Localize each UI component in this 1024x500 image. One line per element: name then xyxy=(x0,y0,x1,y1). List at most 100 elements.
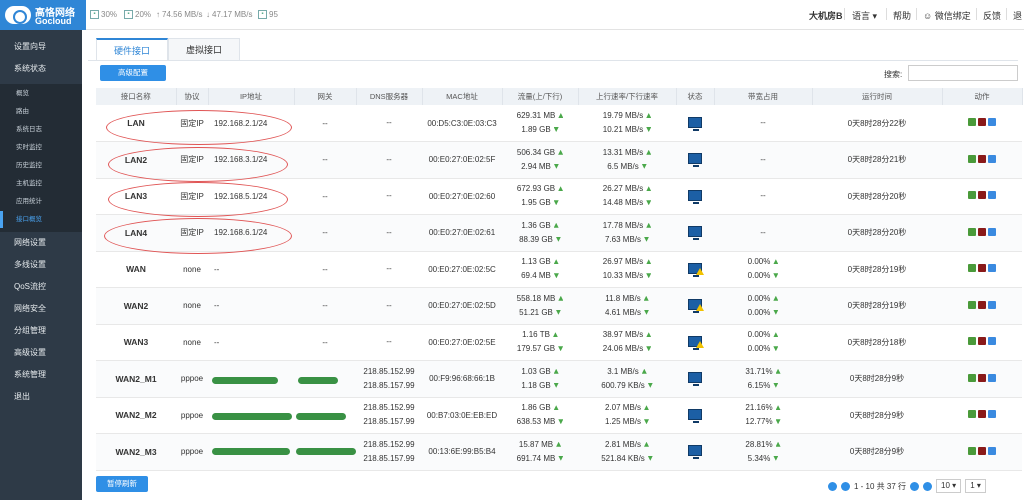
refresh-icon[interactable] xyxy=(968,337,976,346)
column-header[interactable]: IP地址 xyxy=(208,88,295,105)
logout-link[interactable]: 退 xyxy=(1013,9,1022,22)
rate: 2.81 MB/s 521.84 KB/s xyxy=(578,433,676,471)
disconnect-icon[interactable] xyxy=(978,446,986,455)
sidebar-subitem-system-log[interactable]: 系统日志 xyxy=(0,121,82,138)
search-input[interactable] xyxy=(908,65,1018,81)
sidebar-subitem-interface-overview[interactable]: 接口概览 xyxy=(0,211,82,228)
logo: 高恪网络 Gocloud xyxy=(0,0,86,30)
disconnect-icon[interactable] xyxy=(978,264,986,273)
column-header[interactable]: DNS服务器 xyxy=(356,88,423,105)
action-group xyxy=(968,227,996,236)
refresh-icon[interactable] xyxy=(968,154,976,163)
sidebar-item-system-status[interactable]: 系统状态 xyxy=(0,58,82,80)
disconnect-icon[interactable] xyxy=(978,373,986,382)
rate-text: 1.25 MB/s xyxy=(604,417,641,427)
disconnect-icon[interactable] xyxy=(978,337,986,346)
sidebar-subitem-host-monitor[interactable]: 主机监控 xyxy=(0,175,82,192)
sidebar-item-network[interactable]: 网络设置 xyxy=(0,232,82,254)
dns-servers: -- xyxy=(356,214,422,252)
feedback-link[interactable]: 反馈 xyxy=(983,9,1001,22)
connections-icon: ▪ xyxy=(258,10,267,19)
disconnect-icon[interactable] xyxy=(978,300,986,309)
column-header[interactable]: MAC地址 xyxy=(422,88,503,105)
disconnect-icon[interactable] xyxy=(978,118,986,126)
refresh-icon[interactable] xyxy=(968,118,976,126)
sidebar-subitem-history-monitor[interactable]: 历史监控 xyxy=(0,157,82,174)
redaction-mark xyxy=(296,448,356,455)
edit-icon[interactable] xyxy=(988,300,996,309)
language-menu[interactable]: 语言 ▾ xyxy=(852,9,877,22)
column-header[interactable]: 运行时间 xyxy=(812,88,943,105)
tab-virtual-interface[interactable]: 虚拟接口 xyxy=(168,38,240,60)
refresh-icon[interactable] xyxy=(968,410,976,419)
refresh-icon[interactable] xyxy=(968,300,976,309)
pause-refresh-button[interactable]: 暂停刷新 xyxy=(96,476,148,492)
refresh-icon[interactable] xyxy=(968,227,976,236)
sidebar-item-setup-wizard[interactable]: 设置向导 xyxy=(0,36,82,58)
rate-value: 6.5 MB/s xyxy=(578,160,676,174)
sidebar-item-security[interactable]: 网络安全 xyxy=(0,298,82,320)
page-number-select[interactable]: 1 ▾ xyxy=(965,479,986,493)
first-page-icon[interactable] xyxy=(828,481,837,491)
rate-value: 10.21 MB/s xyxy=(578,123,676,137)
advanced-config-button[interactable]: 高级配置 xyxy=(100,65,166,81)
last-page-icon[interactable] xyxy=(923,481,933,491)
redaction-mark xyxy=(212,448,290,455)
help-link[interactable]: 帮助 xyxy=(893,9,911,22)
dns-server: -- xyxy=(386,300,392,310)
column-header[interactable]: 上行速率/下行速率 xyxy=(578,88,677,105)
disconnect-icon[interactable] xyxy=(978,154,986,163)
column-header[interactable]: 网关 xyxy=(294,88,357,105)
device-name[interactable]: 大机房B xyxy=(809,9,843,22)
rate: 19.79 MB/s 10.21 MB/s xyxy=(578,105,676,142)
up-arrow-icon xyxy=(643,295,649,301)
sidebar-item-groups[interactable]: 分组管理 xyxy=(0,320,82,342)
sidebar-item-multiline[interactable]: 多线设置 xyxy=(0,254,82,276)
page-size-select[interactable]: 10 ▾ xyxy=(936,479,962,493)
rate-value: 11.8 MB/s xyxy=(578,292,676,306)
disconnect-icon[interactable] xyxy=(978,227,986,236)
tab-hardware-interface[interactable]: 硬件接口 xyxy=(96,38,168,61)
sidebar-subitem-overview[interactable]: 概览 xyxy=(0,85,82,102)
column-header[interactable]: 带宽占用 xyxy=(714,88,813,105)
rate-value: 10.33 MB/s xyxy=(578,269,676,283)
edit-icon[interactable] xyxy=(988,410,996,419)
next-page-icon[interactable] xyxy=(910,481,920,491)
sidebar-item-system-admin[interactable]: 系统管理 xyxy=(0,364,82,386)
action-group xyxy=(968,154,996,163)
column-header[interactable]: 接口名称 xyxy=(96,88,177,105)
sidebar-subitem-app-stats[interactable]: 应用统计 xyxy=(0,193,82,210)
sidebar-item-exit[interactable]: 退出 xyxy=(0,386,82,408)
column-header[interactable]: 流量(上/下行) xyxy=(502,88,579,105)
edit-icon[interactable] xyxy=(988,191,996,200)
refresh-icon[interactable] xyxy=(968,191,976,200)
prev-page-icon[interactable] xyxy=(841,481,850,491)
sidebar-subitem-realtime-monitor[interactable]: 实时监控 xyxy=(0,139,82,156)
edit-icon[interactable] xyxy=(988,118,996,126)
dns-server: 218.85.152.99 xyxy=(363,366,415,376)
edit-icon[interactable] xyxy=(988,337,996,346)
sidebar-subitem-routes[interactable]: 路由 xyxy=(0,103,82,120)
column-header[interactable]: 协议 xyxy=(176,88,209,105)
table-header-row: 接口名称 协议 IP地址 网关 DNS服务器 MAC地址 流量(上/下行) 上行… xyxy=(96,88,1023,105)
edit-icon[interactable] xyxy=(988,373,996,382)
rate-value: 600.79 KB/s xyxy=(578,379,676,393)
refresh-icon[interactable] xyxy=(968,373,976,382)
refresh-icon[interactable] xyxy=(968,446,976,455)
edit-icon[interactable] xyxy=(988,227,996,236)
wechat-bind-link[interactable]: ☺ 微信绑定 xyxy=(923,9,971,22)
uptime: 0天8时28分20秒 xyxy=(812,178,942,215)
network-connected-icon xyxy=(688,189,702,204)
refresh-icon[interactable] xyxy=(968,264,976,273)
column-header[interactable]: 状态 xyxy=(676,88,715,105)
edit-icon[interactable] xyxy=(988,446,996,455)
column-header[interactable]: 动作 xyxy=(942,88,1023,105)
edit-icon[interactable] xyxy=(988,154,996,163)
edit-icon[interactable] xyxy=(988,264,996,273)
interface-name: WAN3 xyxy=(96,324,176,361)
actions xyxy=(942,105,1022,142)
sidebar-item-advanced[interactable]: 高级设置 xyxy=(0,342,82,364)
disconnect-icon[interactable] xyxy=(978,410,986,419)
sidebar-item-qos[interactable]: QoS流控 xyxy=(0,276,82,298)
disconnect-icon[interactable] xyxy=(978,191,986,200)
